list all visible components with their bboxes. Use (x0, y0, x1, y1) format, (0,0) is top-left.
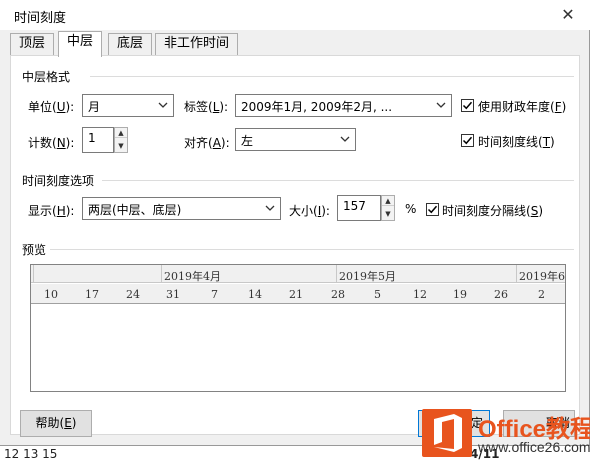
fiscal-year-checkbox[interactable] (461, 99, 474, 112)
tick-lines-checkbox[interactable] (461, 134, 474, 147)
title-bar: 时间刻度 ✕ (0, 0, 590, 30)
show-tiers-select[interactable]: 两层(中层、底层) (82, 197, 281, 220)
align-value: 左 (241, 134, 254, 148)
tier-separator (33, 265, 34, 283)
close-icon[interactable]: ✕ (556, 4, 580, 26)
day-label: 12 (413, 288, 427, 301)
day-label: 31 (166, 288, 180, 301)
size-label: 大小(I): (289, 204, 330, 218)
separator-checkbox[interactable] (426, 203, 439, 216)
dialog-title: 时间刻度 (14, 11, 67, 26)
tab-middle-tier[interactable]: 中层 (58, 31, 103, 57)
watermark: Office教程网 www.office26.com (418, 405, 590, 462)
separator-label: 时间刻度分隔线(S) (442, 204, 543, 218)
tier-separator (161, 265, 162, 283)
day-label: 5 (374, 288, 381, 301)
size-stepper[interactable]: ▲ ▼ (381, 195, 395, 221)
day-label: 10 (44, 288, 58, 301)
day-label: 28 (331, 288, 345, 301)
count-stepper[interactable]: ▲ ▼ (114, 127, 128, 153)
day-label: 19 (453, 288, 467, 301)
middle-format-group-label: 中层格式 (22, 70, 71, 84)
unit-select[interactable]: 月 (82, 94, 174, 117)
month-label: 2019年4月 (164, 270, 221, 283)
timescale-options-group-label: 时间刻度选项 (22, 174, 95, 188)
group-divider (90, 76, 574, 77)
watermark-url: www.office26.com (478, 439, 590, 455)
unit-label: 单位(U): (28, 100, 75, 114)
timescale-dialog: 时间刻度 ✕ 顶层 中层 底层 非工作时间 中层格式 单位(U): 月 标签(L… (0, 0, 590, 446)
office-logo-icon (422, 409, 472, 457)
day-label: 2 (538, 288, 545, 301)
show-tiers-value: 两层(中层、底层) (88, 203, 182, 217)
group-divider (102, 180, 574, 181)
chevron-down-icon (340, 136, 350, 142)
chevron-down-icon (265, 205, 275, 211)
unit-value: 月 (88, 100, 101, 114)
month-label: 2019年5月 (339, 270, 396, 283)
tab-bottom-tier[interactable]: 底层 (108, 33, 153, 55)
align-select[interactable]: 左 (235, 128, 356, 151)
tier-separator (336, 265, 337, 283)
day-label: 17 (85, 288, 99, 301)
tab-nonworking-time[interactable]: 非工作时间 (155, 33, 239, 55)
label-field-label: 标签(L): (184, 100, 229, 114)
bg-row-text: 12 13 15 (4, 447, 58, 461)
tick-lines-label: 时间刻度线(T) (478, 135, 555, 149)
size-unit: % (405, 202, 417, 216)
preview-group-label: 预览 (22, 243, 47, 257)
day-label: 26 (494, 288, 508, 301)
label-select[interactable]: 2009年1月, 2009年2月, ... (235, 94, 452, 117)
checkmark-icon (462, 101, 473, 110)
count-label: 计数(N): (28, 136, 75, 150)
stepper-up-icon[interactable]: ▲ (382, 196, 394, 206)
tier-separator (516, 265, 517, 283)
checkmark-icon (427, 205, 438, 214)
count-input[interactable]: 1 (82, 127, 114, 153)
stepper-up-icon[interactable]: ▲ (115, 128, 127, 138)
preview-bottom-tier: 10 17 24 31 7 14 21 28 5 12 19 26 2 (31, 284, 565, 304)
stepper-down-icon[interactable]: ▼ (382, 209, 394, 219)
show-label: 显示(H): (28, 204, 75, 218)
fiscal-year-label: 使用财政年度(F) (478, 100, 567, 114)
day-label: 24 (126, 288, 140, 301)
day-label: 21 (289, 288, 303, 301)
chevron-down-icon (436, 102, 446, 108)
day-label: 7 (211, 288, 218, 301)
stepper-down-icon[interactable]: ▼ (115, 141, 127, 151)
office-logo-shape (434, 414, 462, 452)
checkmark-icon (462, 136, 473, 145)
day-label: 14 (248, 288, 262, 301)
chevron-down-icon (158, 102, 168, 108)
preview-top-tier: 2019年4月 2019年5月 2019年6 (31, 265, 565, 283)
help-button[interactable]: 帮助(E) (20, 410, 92, 437)
align-label: 对齐(A): (184, 136, 230, 150)
timescale-preview: 2019年4月 2019年5月 2019年6 10 17 24 31 7 14 … (30, 264, 566, 392)
label-value: 2009年1月, 2009年2月, ... (241, 100, 393, 114)
month-label: 2019年6 (519, 270, 565, 283)
size-input[interactable]: 157 (337, 195, 381, 221)
tab-top-tier[interactable]: 顶层 (10, 33, 55, 55)
group-divider (50, 249, 574, 250)
